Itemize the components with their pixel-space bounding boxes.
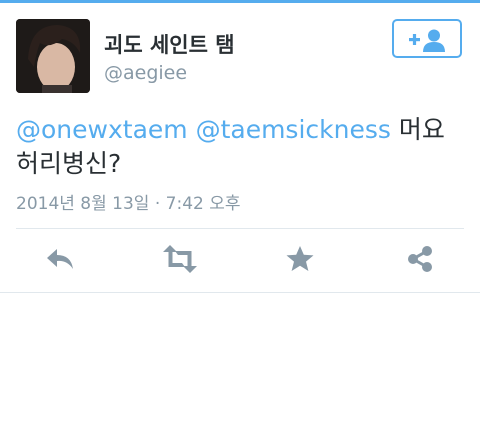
user-handle[interactable]: @aegiee <box>104 62 187 84</box>
display-name[interactable]: 괴도 세인트 탬 <box>104 29 235 59</box>
divider <box>16 228 464 229</box>
reply-icon <box>47 249 73 269</box>
mention-link-onewxtaem[interactable]: @onewxtaem <box>16 115 188 144</box>
tweet-timestamp[interactable]: 2014년 8월 13일 · 7:42 오후 <box>16 189 241 214</box>
tweet-text: @onewxtaem @taemsickness 머요 허리병신? <box>16 113 466 181</box>
favorite-button[interactable] <box>280 243 320 279</box>
divider <box>0 292 480 293</box>
follow-button[interactable] <box>392 19 462 58</box>
avatar[interactable] <box>16 19 90 93</box>
share-icon <box>408 246 432 272</box>
add-user-icon <box>409 29 445 52</box>
top-accent-bar <box>0 0 480 3</box>
reply-button[interactable] <box>40 243 80 279</box>
retweet-icon <box>163 245 197 273</box>
retweet-button[interactable] <box>160 243 200 279</box>
favorite-icon <box>286 246 314 271</box>
avatar-photo <box>16 19 90 93</box>
share-button[interactable] <box>400 243 440 279</box>
tweet-text-part: 머요 <box>390 115 445 144</box>
mention-link-taemsickness[interactable]: @taemsickness <box>196 115 391 144</box>
tweet-text-part: 허리병신? <box>16 149 122 178</box>
